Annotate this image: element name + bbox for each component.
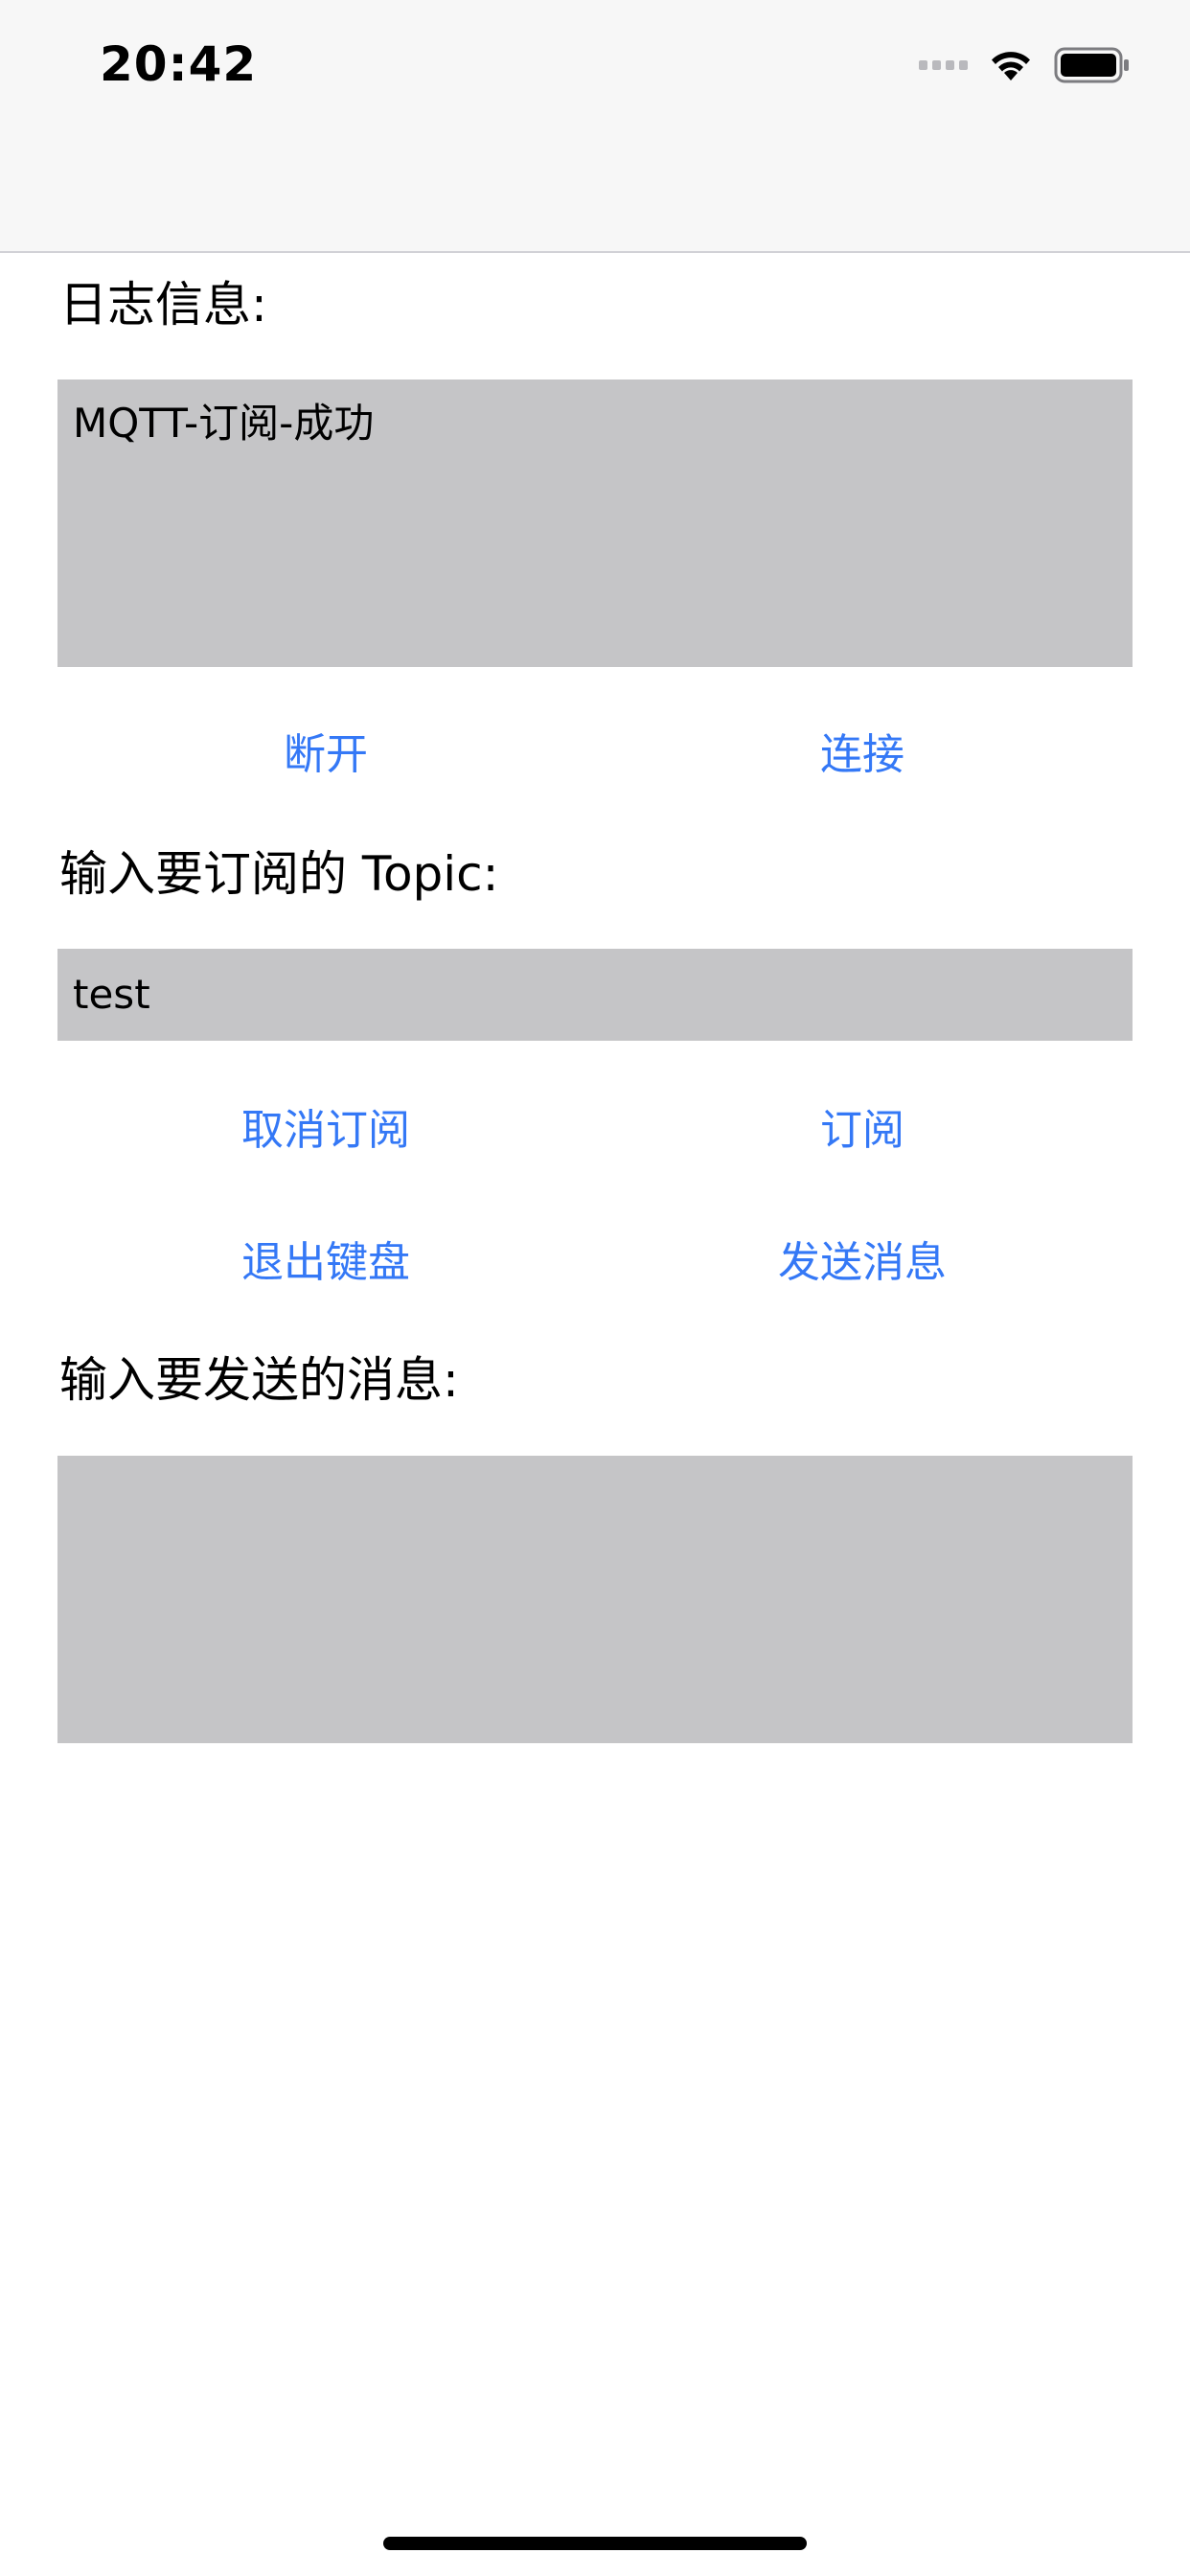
- connect-button[interactable]: 连接: [661, 717, 1064, 794]
- disconnect-button[interactable]: 断开: [125, 717, 527, 794]
- log-text: MQTT-订阅-成功: [73, 400, 375, 447]
- subscribe-button[interactable]: 订阅: [661, 1092, 1064, 1169]
- topic-input[interactable]: test: [57, 949, 1133, 1041]
- status-time: 20:42: [100, 36, 258, 92]
- navigation-bar: 20:42: [0, 0, 1190, 253]
- status-icons: [919, 42, 1131, 88]
- wifi-icon: [992, 52, 1030, 80]
- battery-icon: [1054, 47, 1129, 83]
- log-label: 日志信息:: [59, 277, 267, 333]
- message-label: 输入要发送的消息:: [59, 1352, 459, 1408]
- send-message-button[interactable]: 发送消息: [661, 1225, 1064, 1301]
- topic-input-value: test: [73, 971, 150, 1018]
- log-text-view[interactable]: MQTT-订阅-成功: [57, 380, 1133, 667]
- signal-icon: [919, 60, 968, 70]
- home-indicator[interactable]: [383, 2537, 807, 2550]
- dismiss-keyboard-button[interactable]: 退出键盘: [125, 1225, 527, 1301]
- message-text-view[interactable]: [57, 1456, 1133, 1743]
- unsubscribe-button[interactable]: 取消订阅: [125, 1092, 527, 1169]
- topic-label: 输入要订阅的 Topic:: [59, 846, 499, 902]
